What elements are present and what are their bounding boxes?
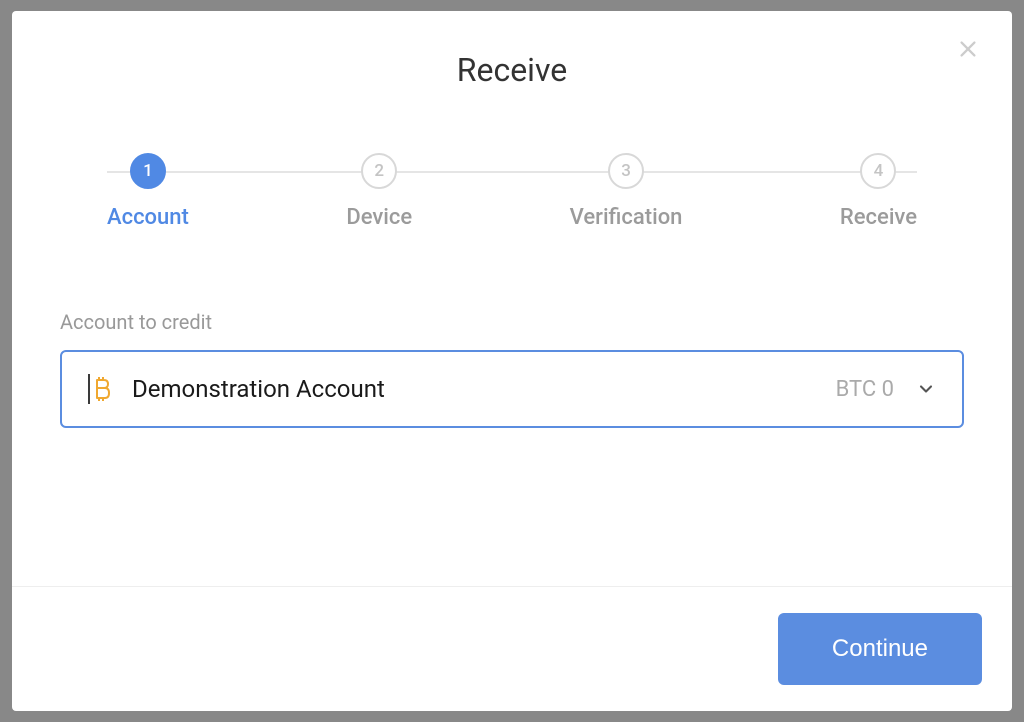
step-circle: 1 bbox=[130, 153, 166, 189]
account-field-label: Account to credit bbox=[60, 310, 964, 334]
step-account[interactable]: 1 Account bbox=[107, 153, 189, 230]
modal-title: Receive bbox=[12, 51, 1012, 89]
modal-content: Account to credit Demonstration Account … bbox=[12, 230, 1012, 586]
close-icon bbox=[957, 38, 979, 64]
step-label: Device bbox=[346, 205, 412, 230]
continue-button[interactable]: Continue bbox=[778, 613, 982, 685]
bitcoin-icon bbox=[88, 374, 110, 404]
stepper: 1 Account 2 Device 3 Verification 4 Rece… bbox=[107, 153, 917, 230]
modal-footer: Continue bbox=[12, 586, 1012, 711]
step-circle: 2 bbox=[361, 153, 397, 189]
account-select[interactable]: Demonstration Account BTC 0 bbox=[60, 350, 964, 428]
step-circle: 3 bbox=[608, 153, 644, 189]
step-verification[interactable]: 3 Verification bbox=[570, 153, 683, 230]
modal-header: Receive bbox=[12, 11, 1012, 89]
step-device[interactable]: 2 Device bbox=[346, 153, 412, 230]
step-label: Receive bbox=[840, 205, 917, 230]
receive-modal: Receive 1 Account 2 Device 3 Verificatio… bbox=[12, 11, 1012, 711]
step-label: Verification bbox=[570, 205, 683, 230]
step-label: Account bbox=[107, 205, 189, 230]
chevron-down-icon bbox=[916, 379, 936, 399]
step-receive[interactable]: 4 Receive bbox=[840, 153, 917, 230]
close-button[interactable] bbox=[948, 31, 988, 71]
account-name: Demonstration Account bbox=[132, 375, 836, 403]
account-balance: BTC 0 bbox=[836, 377, 894, 402]
step-circle: 4 bbox=[860, 153, 896, 189]
stepper-line bbox=[107, 171, 917, 173]
